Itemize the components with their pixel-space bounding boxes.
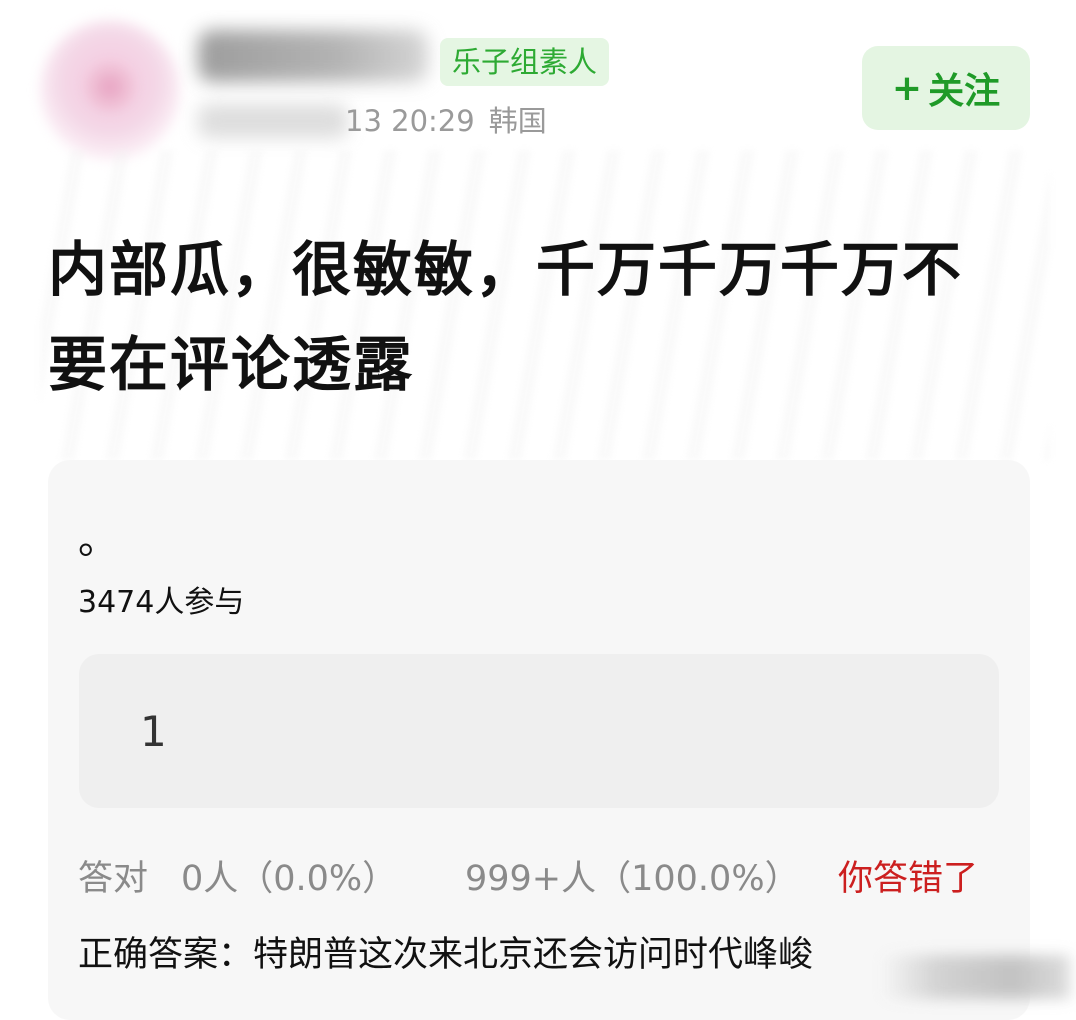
username-blurred[interactable] — [198, 30, 428, 82]
follow-label: 关注 — [928, 71, 1001, 112]
quiz-option-label: 1 — [140, 707, 167, 756]
quiz-stats: 答对 0人（0.0%） 999+人（100.0%） 你答错了 — [78, 852, 1008, 906]
date-blurred — [198, 104, 348, 138]
stats-other-count: 999+人（100.0%） — [465, 859, 800, 899]
watermark-blur — [880, 955, 1070, 999]
correct-answer: 正确答案：特朗普这次来北京还会访问时代峰峻 — [78, 935, 814, 975]
follow-button[interactable]: + 关注 — [862, 46, 1030, 130]
result-status: 你答错了 — [838, 859, 979, 899]
post-time: 13 20:29 — [345, 104, 475, 138]
post-location: 韩国 — [488, 104, 547, 138]
quiz-option[interactable] — [79, 654, 999, 808]
plus-icon: + — [891, 67, 923, 109]
quiz-question: 。 — [78, 517, 118, 563]
avatar-image — [85, 62, 135, 112]
participant-count: 3474人参与 — [78, 585, 245, 620]
user-group-tag[interactable]: 乐子组素人 — [440, 38, 610, 86]
stats-correct-count: 0人（0.0%） — [181, 859, 398, 899]
post-title: 内部瓜，很敏敏，千万千万千万不要在评论透露 — [48, 235, 964, 399]
stats-label: 答对 — [78, 859, 149, 899]
post-meta: 13 20:29 韩国 — [345, 101, 547, 141]
